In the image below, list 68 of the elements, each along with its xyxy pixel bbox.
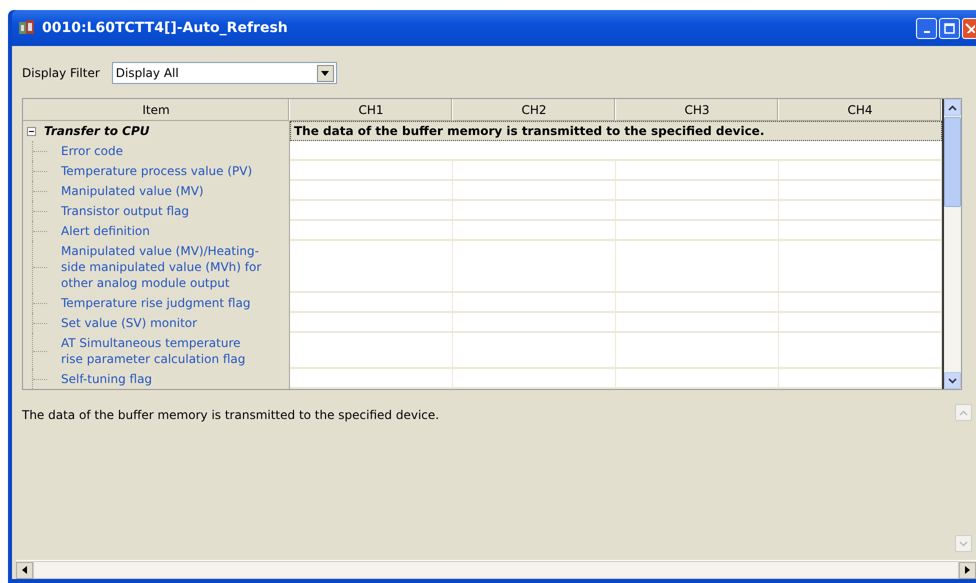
value-cell[interactable] (453, 221, 616, 241)
close-button[interactable] (962, 18, 976, 38)
value-cell[interactable] (779, 293, 942, 313)
scroll-down-button[interactable] (944, 372, 961, 389)
value-cell[interactable] (779, 369, 942, 389)
value-cell[interactable] (453, 201, 616, 221)
value-cell[interactable] (616, 369, 779, 389)
value-cell[interactable] (616, 313, 779, 333)
value-cell[interactable] (616, 293, 779, 313)
value-cell[interactable] (616, 333, 779, 369)
value-cell[interactable] (290, 221, 453, 241)
value-cell[interactable] (453, 161, 616, 181)
value-cell[interactable] (616, 241, 779, 293)
column-header[interactable]: CH2 (453, 99, 616, 121)
value-cell[interactable] (290, 333, 453, 369)
display-filter-dropdown[interactable]: Display All (112, 62, 337, 84)
value-cell[interactable] (616, 181, 779, 201)
value-cell[interactable] (290, 313, 453, 333)
scroll-thumb[interactable] (944, 117, 961, 207)
column-header[interactable]: CH4 (779, 99, 942, 121)
value-cell[interactable] (453, 293, 616, 313)
maximize-button[interactable] (939, 18, 960, 38)
display-filter-label: Display Filter (22, 66, 100, 80)
value-cell[interactable] (453, 181, 616, 201)
value-cell[interactable] (453, 369, 616, 389)
value-cell[interactable] (779, 313, 942, 333)
value-cell[interactable] (779, 333, 942, 369)
value-cell[interactable] (290, 293, 453, 313)
chevron-down-icon (959, 540, 968, 546)
value-cell[interactable] (453, 241, 616, 293)
value-cell[interactable] (616, 201, 779, 221)
value-cell[interactable] (290, 161, 453, 181)
left-arrow-icon (22, 566, 27, 574)
close-icon (964, 23, 974, 33)
scroll-up-button[interactable] (944, 99, 961, 116)
value-cell[interactable] (616, 161, 779, 181)
chevron-up-icon (959, 410, 968, 416)
value-cell[interactable] (290, 181, 453, 201)
window-title: 0010:L60TCTT4[]-Auto_Refresh (42, 20, 289, 36)
description-text: The data of the buffer memory is transmitted to the specified device. (22, 407, 440, 424)
value-cell[interactable] (290, 241, 453, 293)
column-header[interactable]: CH3 (616, 99, 779, 121)
right-arrow-icon (965, 566, 970, 574)
minus-icon (29, 128, 34, 134)
group-note: The data of the buffer memory is transmitted to the specified device. (290, 121, 942, 141)
minimize-icon (924, 31, 930, 33)
maximize-icon (944, 22, 955, 34)
app-icon (18, 19, 36, 37)
minimize-button[interactable] (916, 18, 937, 38)
collapse-toggle[interactable] (27, 126, 36, 136)
column-header[interactable]: CH1 (290, 99, 453, 121)
value-cell[interactable] (290, 141, 942, 161)
value-cell[interactable] (779, 221, 942, 241)
caret-icon (321, 70, 330, 76)
value-cell[interactable] (779, 161, 942, 181)
chevron-up-icon (948, 104, 957, 110)
value-cell[interactable] (453, 313, 616, 333)
value-cell[interactable] (779, 181, 942, 201)
scroll-right-button[interactable] (959, 562, 976, 578)
value-cell[interactable] (779, 201, 942, 221)
value-cell[interactable] (453, 333, 616, 369)
value-cell[interactable] (616, 221, 779, 241)
value-cell[interactable] (290, 201, 453, 221)
value-cell[interactable] (779, 241, 942, 293)
value-cell[interactable] (290, 369, 453, 389)
chevron-down-icon (948, 378, 957, 384)
column-header[interactable]: Item (23, 99, 290, 121)
scroll-left-button[interactable] (16, 562, 33, 578)
